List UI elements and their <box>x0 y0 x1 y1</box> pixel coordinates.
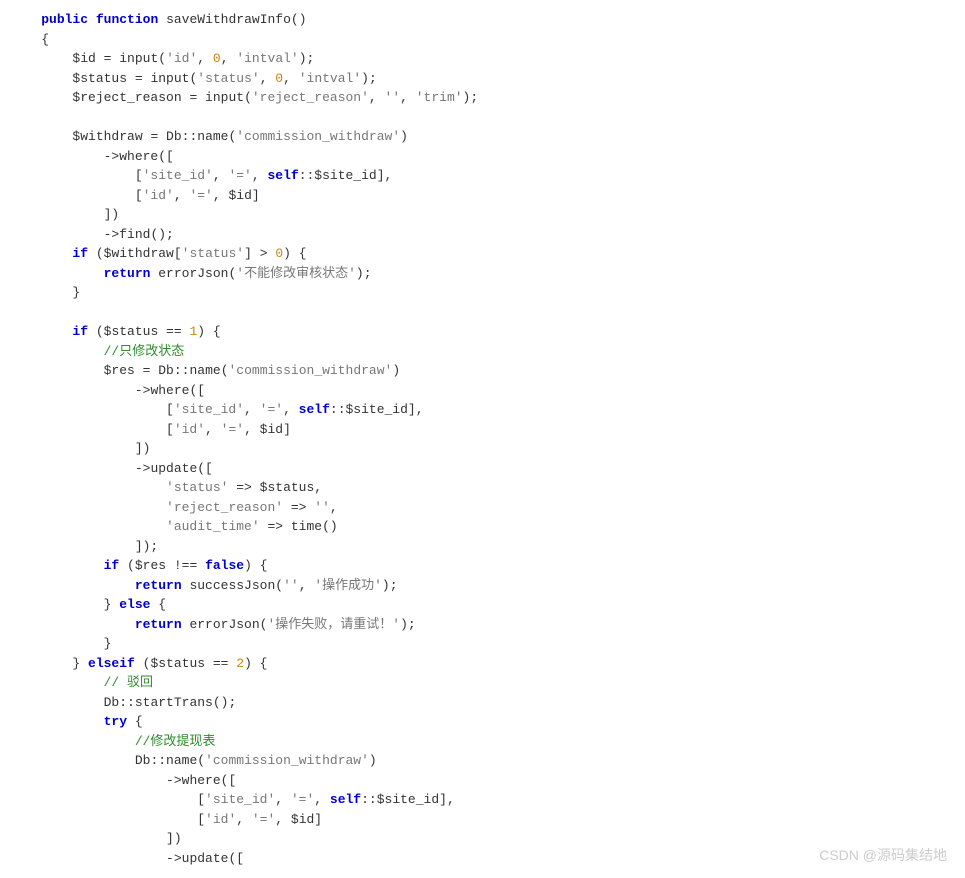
db-class: Db <box>104 695 120 710</box>
kw-return: return <box>104 266 151 281</box>
code-block: public function saveWithdrawInfo() { $id… <box>10 10 955 868</box>
where-method: where <box>119 149 158 164</box>
db-class: Db <box>166 129 182 144</box>
str-status-key: 'status' <box>166 480 228 495</box>
num: 0 <box>275 246 283 261</box>
where-method: where <box>150 383 189 398</box>
num: 1 <box>189 324 197 339</box>
str-eq: '=' <box>228 168 251 183</box>
num: 2 <box>236 656 244 671</box>
kw-return: return <box>135 617 182 632</box>
kw-self: self <box>267 168 298 183</box>
str-audit-key: 'audit_time' <box>166 519 260 534</box>
str-siteid: 'site_id' <box>205 792 275 807</box>
str-intval: 'intval' <box>236 51 298 66</box>
str-trim: 'trim' <box>416 90 463 105</box>
var-id: $id <box>291 812 314 827</box>
str-eq: '=' <box>189 188 212 203</box>
num: 0 <box>213 51 221 66</box>
comment-3: //修改提现表 <box>135 734 216 749</box>
kw-if: if <box>104 558 120 573</box>
where-method: where <box>182 773 221 788</box>
str-cw: 'commission_withdraw' <box>205 753 369 768</box>
input-fn: input <box>150 71 189 86</box>
name-method: name <box>166 753 197 768</box>
prop-siteid: $site_id <box>377 792 439 807</box>
str-intval: 'intval' <box>299 71 361 86</box>
var-status: $status <box>150 656 205 671</box>
kw-elseif: elseif <box>88 656 135 671</box>
str-reject: 'reject_reason' <box>252 90 369 105</box>
kw-self: self <box>330 792 361 807</box>
var-reject: $reject_reason <box>72 90 181 105</box>
kw-public: public <box>41 12 88 27</box>
prop-siteid: $site_id <box>314 168 376 183</box>
str-empty: '' <box>314 500 330 515</box>
var-withdraw: $withdraw <box>72 129 142 144</box>
prop-siteid: $site_id <box>346 402 408 417</box>
str-eq: '=' <box>291 792 314 807</box>
db-class: Db <box>135 753 151 768</box>
str-eq: '=' <box>260 402 283 417</box>
var-status: $status <box>72 71 127 86</box>
var-status: $status <box>260 480 315 495</box>
kw-false: false <box>205 558 244 573</box>
kw-if: if <box>72 324 88 339</box>
str-id: 'id' <box>166 51 197 66</box>
var-withdraw: $withdraw <box>104 246 174 261</box>
str-empty: '' <box>385 90 401 105</box>
str-success: '操作成功' <box>314 578 382 593</box>
str-id: 'id' <box>205 812 236 827</box>
update-method: update <box>182 851 229 866</box>
fn-name: saveWithdrawInfo <box>166 12 291 27</box>
errorjson-fn: errorJson <box>189 617 259 632</box>
str-reject-key: 'reject_reason' <box>166 500 283 515</box>
str-err1: '不能修改审核状态' <box>236 266 356 281</box>
db-class: Db <box>158 363 174 378</box>
starttrans-method: startTrans <box>135 695 213 710</box>
var-id: $id <box>72 51 95 66</box>
str-eq: '=' <box>221 422 244 437</box>
var-id: $id <box>228 188 251 203</box>
input-fn: input <box>119 51 158 66</box>
name-method: name <box>197 129 228 144</box>
str-id: 'id' <box>143 188 174 203</box>
kw-self: self <box>299 402 330 417</box>
num: 0 <box>275 71 283 86</box>
kw-else: else <box>119 597 150 612</box>
str-empty: '' <box>283 578 299 593</box>
str-siteid: 'site_id' <box>174 402 244 417</box>
str-siteid: 'site_id' <box>143 168 213 183</box>
var-status: $status <box>104 324 159 339</box>
kw-return: return <box>135 578 182 593</box>
find-method: find <box>119 227 150 242</box>
var-id: $id <box>260 422 283 437</box>
kw-if: if <box>72 246 88 261</box>
str-eq: '=' <box>252 812 275 827</box>
comment-2: // 驳回 <box>104 675 153 690</box>
var-res: $res <box>135 558 166 573</box>
errorjson-fn: errorJson <box>158 266 228 281</box>
str-cw: 'commission_withdraw' <box>236 129 400 144</box>
comment-1: //只修改状态 <box>104 344 185 359</box>
update-method: update <box>150 461 197 476</box>
name-method: name <box>189 363 220 378</box>
str-status: 'status' <box>197 71 259 86</box>
kw-try: try <box>104 714 127 729</box>
var-res: $res <box>104 363 135 378</box>
str-cw: 'commission_withdraw' <box>229 363 393 378</box>
successjson-fn: successJson <box>189 578 275 593</box>
str-fail: '操作失败，请重试！' <box>267 617 400 632</box>
time-fn: time <box>291 519 322 534</box>
str-id: 'id' <box>174 422 205 437</box>
str-status: 'status' <box>182 246 244 261</box>
input-fn: input <box>205 90 244 105</box>
kw-function: function <box>96 12 158 27</box>
